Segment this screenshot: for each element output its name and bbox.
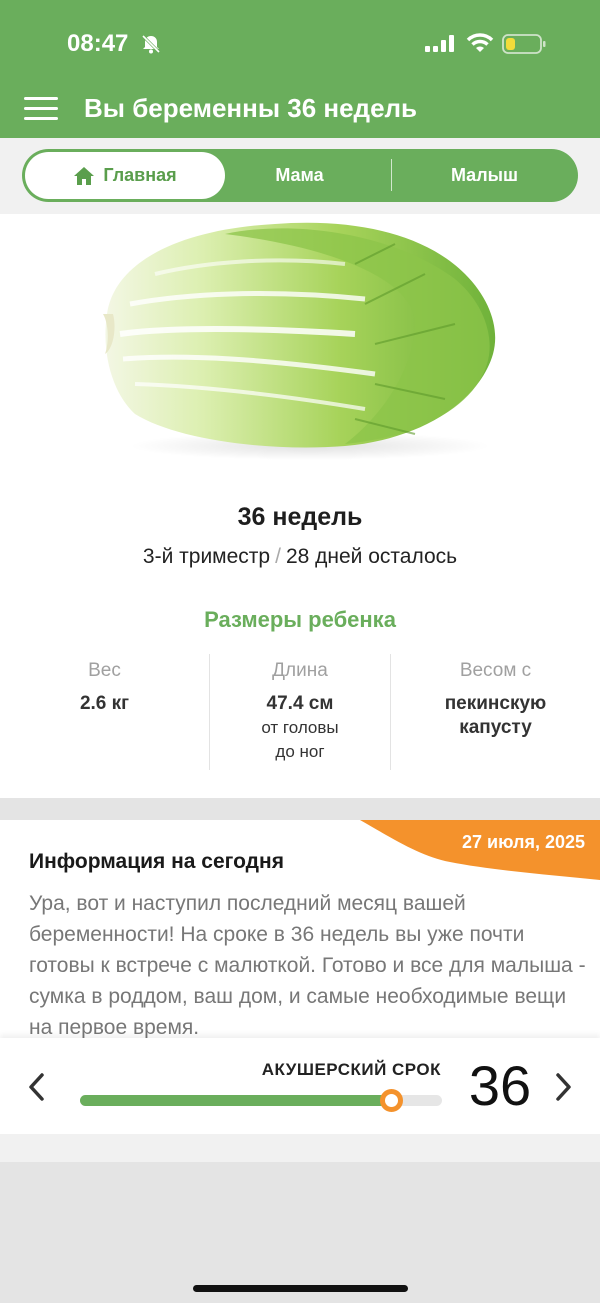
chevron-left-icon[interactable] (26, 1072, 48, 1102)
weight-stat: Вес 2.6 кг (0, 660, 209, 716)
length-stat: Длина 47.4 см от головы до ног (210, 660, 390, 764)
tab-home[interactable]: Главная (25, 152, 225, 199)
status-bar: 08:47 (0, 0, 600, 84)
fruit-size-value: пекинскую капусту (391, 692, 600, 740)
info-date: 27 июля, 2025 (462, 832, 585, 852)
trimester-separator: / (275, 545, 281, 568)
fruit-size-stat: Весом с пекинскую капусту (391, 660, 600, 740)
tab-baby-label: Малыш (450, 165, 519, 185)
hamburger-menu-icon[interactable] (24, 96, 60, 122)
chevron-right-icon[interactable] (552, 1072, 574, 1102)
tab-divider (391, 159, 392, 191)
chinese-cabbage-image (103, 222, 496, 460)
battery-icon (502, 34, 546, 54)
length-sub-1: от головы (261, 718, 339, 737)
fruit-size-label: Весом с (459, 660, 532, 681)
content-divider (0, 1134, 600, 1162)
current-week-number: 36 (468, 1054, 532, 1117)
wifi-icon (466, 33, 494, 52)
fruit-size-value-line-2: капусту (459, 717, 532, 738)
term-progress-fill (80, 1095, 392, 1106)
segmented-tabs: Главная Мама Малыш (22, 149, 578, 202)
fruit-size-value-line-1: пекинскую (444, 693, 547, 714)
length-value: 47.4 см (266, 693, 334, 714)
tab-mama[interactable]: Мама (222, 149, 377, 202)
page-title: Вы беременны 36 недель (84, 93, 418, 123)
term-progress-knob[interactable] (380, 1089, 404, 1112)
term-label: АКУШЕРСКИЙ СРОК (261, 1060, 441, 1079)
week-title: 36 недель (237, 503, 363, 531)
app-bar: Вы беременны 36 недель (0, 84, 600, 138)
weight-label: Вес (88, 660, 121, 681)
tab-mama-label: Мама (275, 165, 324, 185)
info-text: Ура, вот и наступил последний месяц ваше… (29, 892, 586, 1039)
daily-info-card: 27 июля, 2025 Информация на сегодня Ура,… (0, 820, 600, 1040)
status-time: 08:47 (67, 30, 129, 57)
term-navigator: АКУШЕРСКИЙ СРОК 36 (0, 1038, 600, 1134)
tab-home-label: Главная (103, 165, 177, 185)
home-indicator[interactable] (193, 1285, 408, 1292)
trimester-line: 3-й триместр/28 дней осталось (0, 545, 600, 569)
trimester-text: 3-й триместр (142, 545, 271, 568)
length-sub-2: до ног (275, 742, 325, 761)
term-progress-slider[interactable] (80, 1089, 442, 1112)
signal-icon (425, 35, 454, 52)
week-overview: 36 недель 3-й триместр/28 дней осталось … (0, 214, 600, 798)
days-left-text: 28 дней осталось (285, 545, 458, 568)
length-label: Длина (272, 660, 328, 681)
home-icon (74, 166, 95, 185)
weight-value: 2.6 кг (79, 693, 130, 714)
info-title: Информация на сегодня (29, 850, 284, 873)
tab-baby[interactable]: Малыш (407, 149, 562, 202)
tabs-bar: Главная Мама Малыш (0, 138, 600, 214)
bell-muted-icon (141, 34, 161, 54)
baby-sizes-title: Размеры ребенка (204, 607, 396, 632)
